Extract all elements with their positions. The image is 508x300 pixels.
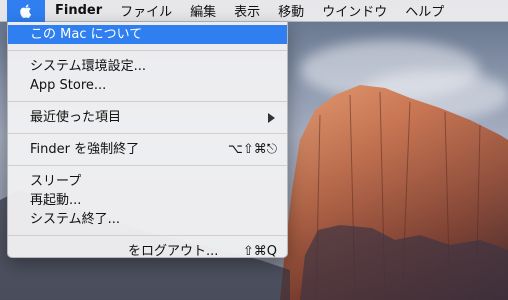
apple-menu-dropdown: この Mac について システム環境設定... App Store... 最近使… <box>7 22 288 261</box>
apple-icon <box>20 4 32 18</box>
apple-menu-button[interactable] <box>7 0 45 22</box>
menu-go[interactable]: 移動 <box>269 0 313 22</box>
menu-item-force-quit[interactable]: Finder を強制終了 ⌥⇧⌘⎋ <box>8 140 287 159</box>
menu-separator <box>8 165 287 166</box>
menu-item-app-store[interactable]: App Store... <box>8 76 287 95</box>
menu-item-about-this-mac[interactable]: この Mac について <box>8 25 287 44</box>
shortcut-force-quit: ⌥⇧⌘⎋ <box>227 142 277 157</box>
menu-item-label: 最近使った項目 <box>30 110 122 125</box>
menu-item-label: システム環境設定... <box>30 59 147 74</box>
menu-item-restart[interactable]: 再起動... <box>8 191 287 210</box>
menu-item-label: Finder を強制終了 <box>30 142 140 157</box>
menu-item-log-out[interactable]: をログアウト... ⇧⌘Q <box>8 242 287 261</box>
menu-item-label: をログアウト... <box>128 244 219 259</box>
menu-file[interactable]: ファイル <box>111 0 181 22</box>
menu-separator <box>8 133 287 134</box>
menu-view[interactable]: 表示 <box>225 0 269 22</box>
menu-separator <box>8 235 287 236</box>
menu-window[interactable]: ウインドウ <box>313 0 396 22</box>
menu-item-label: システム終了... <box>30 212 121 227</box>
submenu-arrow-icon <box>268 113 275 123</box>
menu-bar: Finder ファイル 編集 表示 移動 ウインドウ ヘルプ <box>0 0 508 22</box>
menu-item-recent-items[interactable]: 最近使った項目 <box>8 108 287 127</box>
menu-separator <box>8 101 287 102</box>
menu-item-system-preferences[interactable]: システム環境設定... <box>8 57 287 76</box>
shortcut-log-out: ⇧⌘Q <box>242 244 277 259</box>
menu-separator <box>8 50 287 51</box>
menu-finder[interactable]: Finder <box>45 0 111 22</box>
menu-item-label: スリープ <box>30 174 82 189</box>
menu-item-label: この Mac について <box>30 27 143 42</box>
menu-item-label: App Store... <box>30 78 107 93</box>
menu-item-shut-down[interactable]: システム終了... <box>8 210 287 229</box>
menu-item-label: 再起動... <box>30 193 82 208</box>
menu-item-sleep[interactable]: スリープ <box>8 172 287 191</box>
user-name-placeholder <box>30 251 118 252</box>
menu-help[interactable]: ヘルプ <box>396 0 453 22</box>
menu-edit[interactable]: 編集 <box>181 0 225 22</box>
